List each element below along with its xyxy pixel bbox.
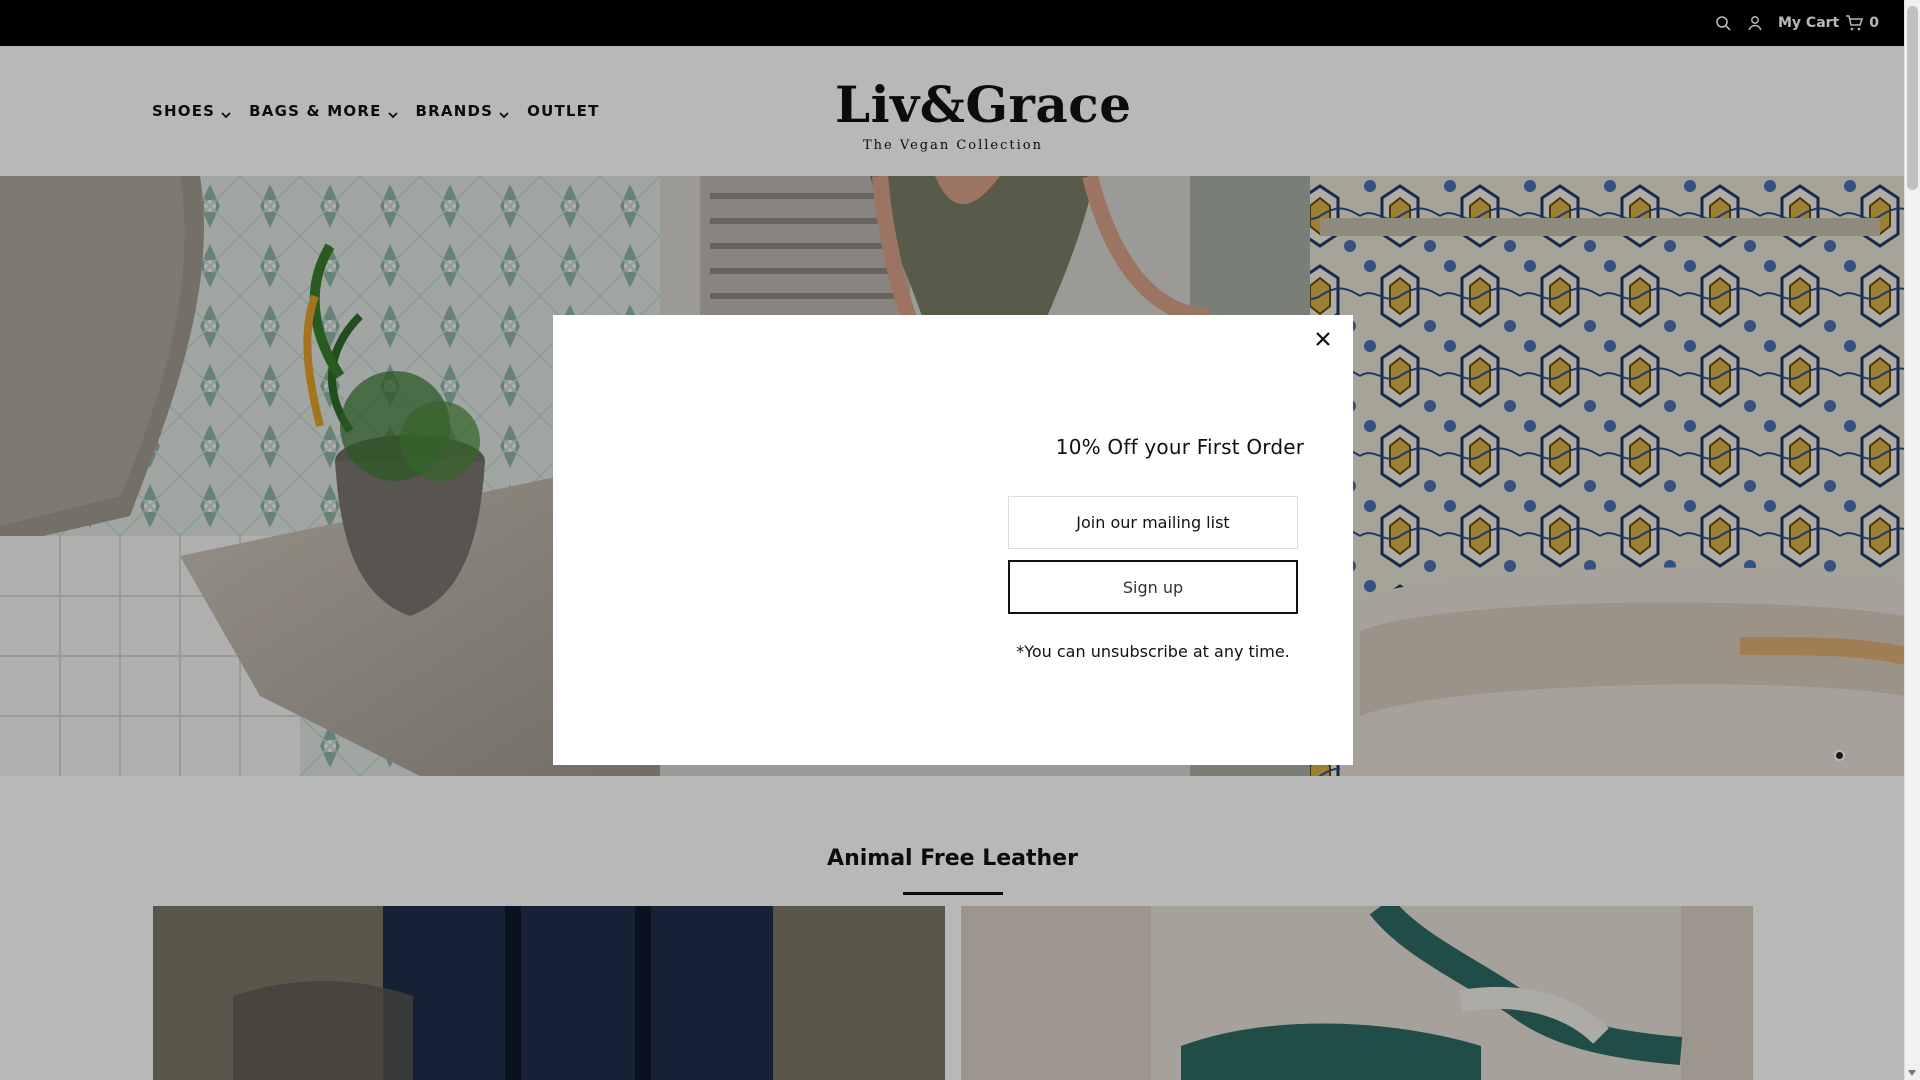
newsletter-modal: 10% Off your First Order Join our mailin… (553, 315, 1353, 765)
signup-button[interactable]: Sign up (1008, 560, 1298, 614)
scrollbar-thumb[interactable] (1907, 6, 1918, 190)
close-button[interactable] (1307, 325, 1339, 357)
unsubscribe-note: *You can unsubscribe at any time. (1016, 642, 1290, 661)
vertical-scrollbar[interactable] (1904, 0, 1920, 1080)
email-field[interactable]: Join our mailing list (1008, 496, 1298, 549)
close-icon (1315, 331, 1331, 351)
scroll-down-icon[interactable] (1908, 1070, 1916, 1076)
offer-title: 10% Off your First Order (1055, 435, 1305, 459)
page: My Cart 0 SHOES BAGS & MORE BRANDS OUTLE… (0, 0, 1905, 1080)
